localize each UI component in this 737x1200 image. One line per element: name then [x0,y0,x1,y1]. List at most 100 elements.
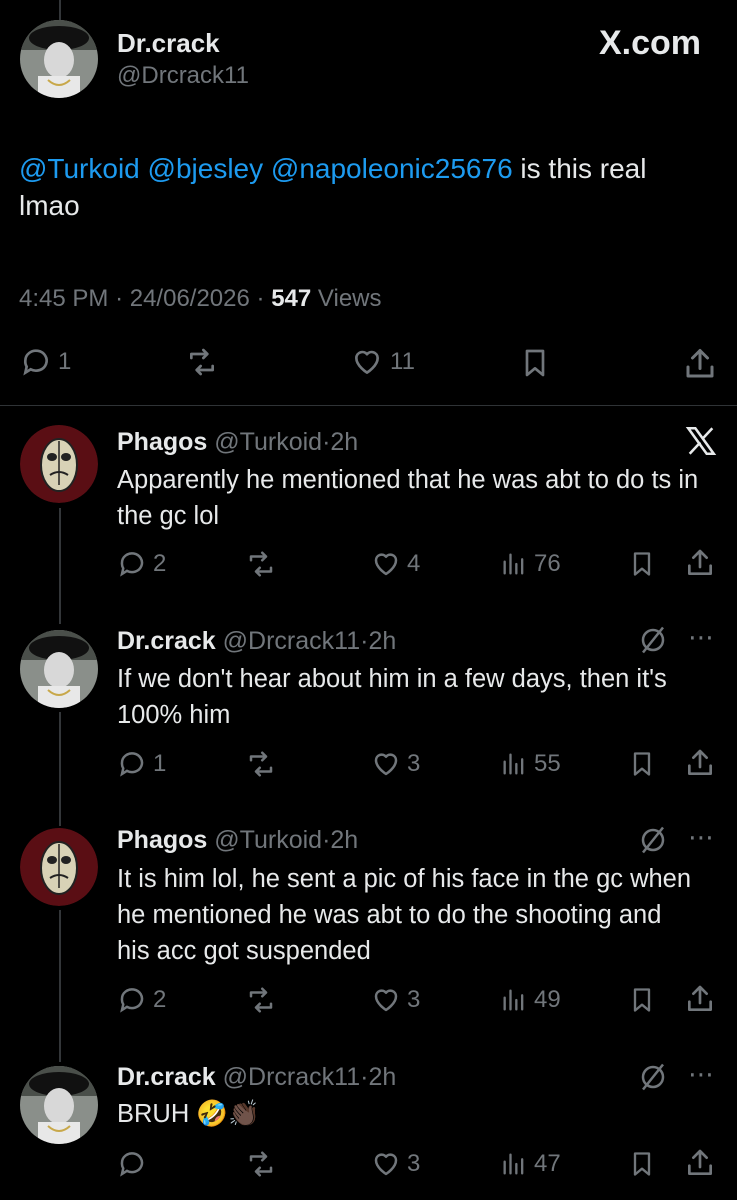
author-name[interactable]: Phagos [117,826,207,854]
share-button[interactable] [682,346,718,382]
avatar[interactable] [20,20,98,98]
repost-button[interactable] [245,549,277,579]
views-button[interactable]: 55 [500,749,561,779]
separator: · [115,285,124,312]
repost-button[interactable] [245,985,277,1015]
repost-icon [245,1149,277,1179]
like-button[interactable]: 3 [371,1149,420,1179]
mention-link[interactable]: @Turkoid [19,153,140,184]
reply-text: It is him lol, he sent a pic of his face… [117,865,692,965]
more-options-icon[interactable]: ⋯ [688,1059,715,1090]
reply-text: Apparently he mentioned that he was abt … [117,466,699,530]
views-count: 49 [534,986,561,1013]
like-count: 3 [407,1150,421,1177]
views-button[interactable]: 47 [500,1149,561,1179]
bookmark-icon [628,749,656,779]
reply-button[interactable]: 2 [117,549,166,579]
like-button[interactable]: 4 [371,549,420,579]
like-button[interactable]: 3 [371,749,420,779]
reply-button[interactable]: 1 [117,749,166,779]
reply-icon [117,1149,147,1179]
views-count: 47 [534,1150,561,1177]
repost-icon [245,985,277,1015]
repost-button[interactable] [245,1149,277,1179]
share-icon [684,547,716,579]
repost-icon [245,749,277,779]
reply-header: Phagos @Turkoid·2h [117,826,358,855]
repost-button[interactable] [185,346,219,378]
avatar[interactable] [20,630,98,708]
avatar[interactable] [20,425,98,503]
author-handle[interactable]: @Drcrack11 [117,62,249,90]
author-name[interactable]: Dr.crack [117,1063,216,1091]
heart-icon [350,346,384,378]
share-button[interactable] [684,747,716,779]
x-logo-icon [684,424,718,463]
views-label: Views [311,285,382,312]
reply-count: 1 [58,348,72,375]
share-icon [682,346,718,382]
bookmark-button[interactable] [519,346,551,380]
grok-icon[interactable] [638,825,668,860]
repost-button[interactable] [245,749,277,779]
avatar[interactable] [20,1066,98,1144]
reply-text: If we don't hear about him in a few days… [117,665,667,729]
reply-text: BRUH 🤣👏🏿 [117,1100,260,1128]
author-name[interactable]: Dr.crack [117,28,220,59]
more-options-icon[interactable]: ⋯ [688,622,715,653]
bookmark-button[interactable] [628,549,656,579]
share-button[interactable] [684,1147,716,1179]
views-icon [500,1149,528,1179]
bookmark-button[interactable] [628,985,656,1015]
mention-link[interactable]: @napoleonic25676 [271,153,513,184]
reply-age[interactable]: 2h [368,1063,396,1091]
reply-header: Dr.crack @Drcrack11·2h [117,1063,396,1092]
share-icon [684,1147,716,1179]
like-button[interactable]: 3 [371,985,420,1015]
post-meta: 4:45 PM · 24/06/2026 · 547 Views [19,285,382,313]
bookmark-icon [628,549,656,579]
more-options-icon[interactable]: ⋯ [688,822,715,853]
bookmark-icon [628,1149,656,1179]
reply-age[interactable]: 2h [330,826,358,854]
heart-icon [371,749,401,779]
bookmark-icon [628,985,656,1015]
author-name[interactable]: Phagos [117,428,207,456]
views-icon [500,549,528,579]
repost-icon [185,346,219,378]
avatar[interactable] [20,828,98,906]
author-name[interactable]: Dr.crack [117,627,216,655]
reply-count: 1 [153,750,167,777]
reply-icon [20,346,52,378]
author-handle[interactable]: @Drcrack11 [223,627,360,655]
share-button[interactable] [684,983,716,1015]
reply-icon [117,549,147,579]
mention-link[interactable]: @bjesley [148,153,264,184]
thread-line [59,910,61,1062]
post-time[interactable]: 4:45 PM [19,285,108,312]
reply-button[interactable]: 1 [20,346,71,378]
grok-icon[interactable] [638,1062,668,1097]
like-count: 11 [390,348,415,375]
reply-count: 2 [153,550,167,577]
author-handle[interactable]: @Turkoid [214,428,322,456]
reply-button[interactable] [117,1149,153,1179]
grok-icon[interactable] [638,625,668,660]
views-count: 55 [534,750,561,777]
bookmark-button[interactable] [628,1149,656,1179]
bookmark-button[interactable] [628,749,656,779]
divider [0,405,737,406]
views-button[interactable]: 76 [500,549,561,579]
views-icon [500,749,528,779]
post-date[interactable]: 24/06/2026 [130,285,250,312]
share-button[interactable] [684,547,716,579]
reply-icon [117,985,147,1015]
author-handle[interactable]: @Turkoid [214,826,322,854]
views-button[interactable]: 49 [500,985,561,1015]
reply-age[interactable]: 2h [368,627,396,655]
reply-button[interactable]: 2 [117,985,166,1015]
reply-age[interactable]: 2h [330,428,358,456]
author-handle[interactable]: @Drcrack11 [223,1063,360,1091]
bookmark-icon [519,346,551,380]
like-button[interactable]: 11 [350,346,415,378]
